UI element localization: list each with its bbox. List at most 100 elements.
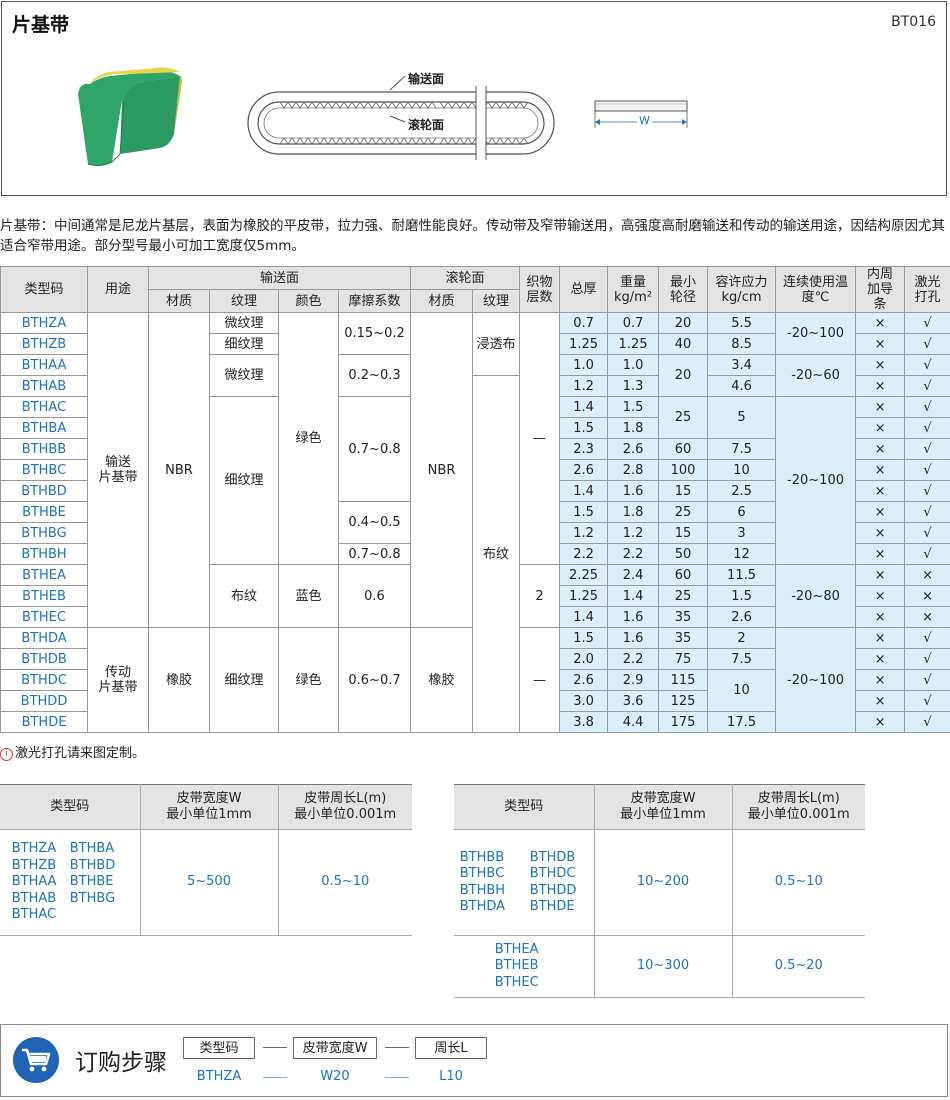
stress-cell: 7.5 [707,648,777,670]
thickness-cell: 3.0 [559,690,609,712]
guide-cell: × [855,354,906,376]
thickness-cell: 2.0 [559,648,609,670]
weight-cell: 1.6 [607,606,660,628]
col-guide: 内周加导条 [855,266,906,313]
guide-cell: × [855,543,906,565]
pulley-cell: 175 [658,711,709,733]
friction-cell: 0.7~0.8 [337,396,412,502]
size-model-code: BTHBG [69,890,116,906]
friction-cell: 0.15~0.2 [337,312,412,355]
size-model-code: BTHEA [494,941,539,957]
thickness-cell: 1.0 [559,354,609,376]
col-thickness: 总厚 [559,266,609,313]
col-convey-material: 材质 [148,289,210,313]
convey-surface-label: 输送面 [408,72,445,86]
stress-cell: 3 [707,522,777,544]
weight-cell: 1.3 [607,375,660,397]
laser-cell: √ [904,417,950,439]
convey-material-cell: 橡胶 [148,627,210,733]
friction-cell: 0.4~0.5 [337,501,412,544]
guide-cell: × [855,333,906,355]
order-title: 订购步骤 [75,1050,167,1076]
stress-cell: 8.5 [707,333,777,355]
size-model-code: BTHAA [11,874,57,890]
guide-cell: × [855,522,906,544]
size-header-model: 类型码 [0,784,141,830]
order-separator [385,1047,409,1048]
thickness-cell: 2.6 [559,459,609,481]
roller-surface-label: 滚轮面 [408,118,445,132]
product-description: 片基带：中间通常是尼龙片基层，表面为橡胶的平皮带，拉力强、耐磨性能良好。传动带及… [0,218,945,254]
order-example-separator [385,1077,409,1078]
temp-cell: -20~100 [775,396,857,565]
weight-cell: 2.4 [607,564,660,586]
pulley-cell: 115 [658,669,709,691]
col-temp: 连续使用温度℃ [775,266,857,313]
size-length-value: 0.5~20 [732,935,865,998]
laser-cell: √ [904,480,950,502]
usage-cell: 传动 片基带 [87,627,149,733]
model-code: BTHAC [0,396,88,418]
thickness-cell: 1.5 [559,417,609,439]
size-table-left: 类型码 皮带宽度W 最小单位1mm 皮带周长L(m) 最小单位0.001m BTHZ… [0,784,412,936]
roller-material-cell: 橡胶 [410,627,474,733]
thickness-cell: 3.8 [559,711,609,733]
order-example-length: L10 [439,1069,463,1084]
friction-cell: 0.7~0.8 [337,543,412,565]
size-model-code: BTHDB [529,849,576,865]
laser-cell: √ [904,438,950,460]
guide-cell: × [855,480,906,502]
guide-cell: × [855,417,906,439]
col-weight: 重量 kg/m² [607,266,660,313]
guide-cell: × [855,396,906,418]
model-code: BTHDE [0,711,88,733]
stress-cell: 2.5 [707,480,777,502]
thickness-cell: 2.6 [559,669,609,691]
weight-cell: 1.8 [607,417,660,439]
plies-cell: — [519,312,561,565]
laser-cell: √ [904,543,950,565]
pulley-cell: 40 [658,333,709,355]
size-model-code: BTHEC [494,974,539,990]
stress-cell: 10 [707,669,777,712]
size-model-code: BTHBD [69,857,116,873]
model-code: BTHBE [0,501,88,523]
size-header-width: 皮带宽度W 最小单位1mm [594,784,733,830]
col-laser: 激光打孔 [904,266,950,313]
model-code: BTHDC [0,669,88,691]
weight-cell: 2.2 [607,648,660,670]
order-example-width: W20 [320,1069,350,1084]
thickness-cell: 1.25 [559,585,609,607]
thickness-cell: 2.25 [559,564,609,586]
laser-cell: √ [904,375,950,397]
pulley-cell: 35 [658,627,709,649]
laser-cell: × [904,585,950,607]
size-table-right: 类型码 皮带宽度W 最小单位1mm 皮带周长L(m) 最小单位0.001m BTHB… [454,784,865,998]
col-roller-texture: 纹理 [472,289,521,313]
temp-cell: -20~80 [775,564,857,628]
cart-icon [13,1037,59,1083]
convey-texture-cell: 布纹 [209,564,279,628]
model-code: BTHBH [0,543,88,565]
pulley-cell: 20 [658,312,709,334]
size-model-code: BTHBA [69,841,115,857]
guide-cell: × [855,606,906,628]
model-code: BTHBB [0,438,88,460]
model-code: BTHBA [0,417,88,439]
col-convey-color: 颜色 [278,289,339,313]
col-plies: 织物层数 [519,266,561,313]
stress-cell: 6 [707,501,777,523]
size-model-code: BTHEB [494,958,539,974]
size-length-value: 0.5~10 [732,829,865,936]
order-label-model: 类型码 [183,1037,255,1059]
convey-color-cell: 蓝色 [278,564,339,628]
order-label-width: 皮带宽度W [293,1037,377,1059]
size-model-code: BTHZA [11,841,57,857]
model-code: BTHBD [0,480,88,502]
order-label-length: 周长L [415,1037,487,1059]
guide-cell: × [855,312,906,334]
pulley-cell: 25 [658,396,709,439]
friction-cell: 0.6 [337,564,412,628]
size-model-code: BTHDC [529,866,576,881]
laser-cell: √ [904,333,950,355]
